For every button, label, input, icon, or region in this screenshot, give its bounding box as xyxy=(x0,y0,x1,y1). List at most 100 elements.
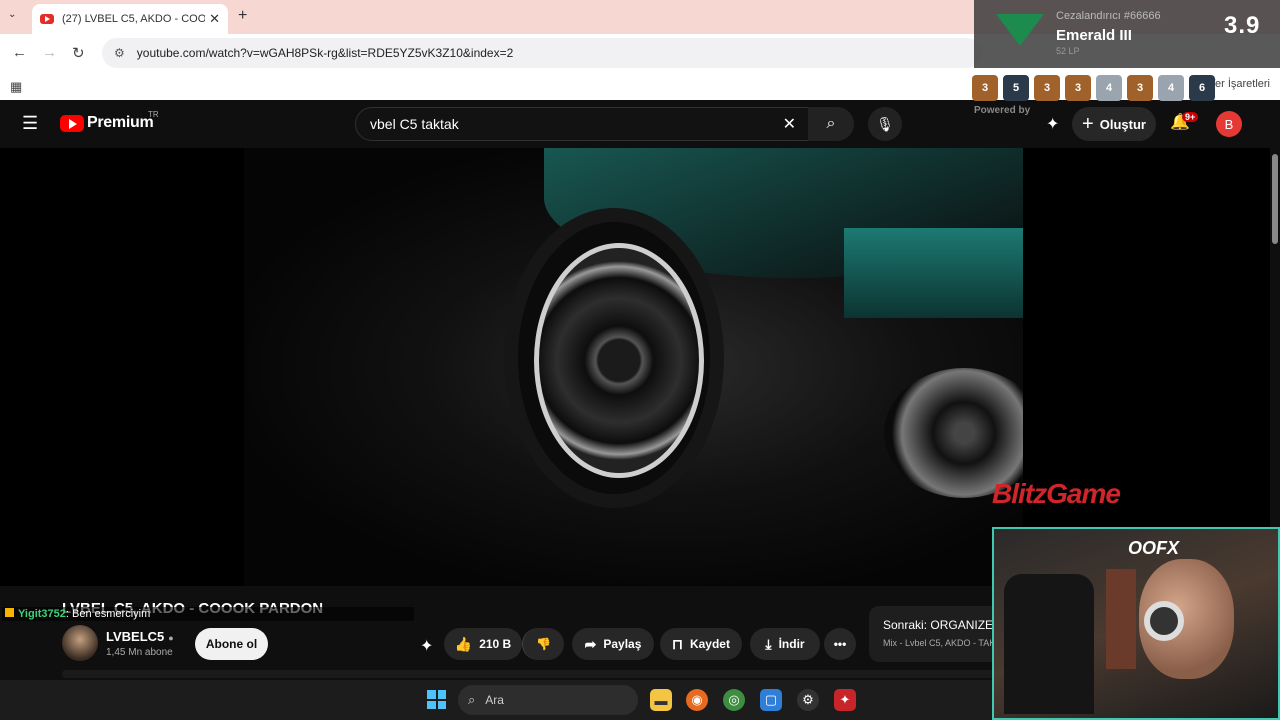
firefox-icon[interactable]: ◉ xyxy=(686,689,708,711)
youtube-play-icon xyxy=(60,114,84,132)
search-button[interactable]: ⌕ xyxy=(808,107,854,141)
chat-message: Yigit3752: Ben esmerciyim xyxy=(2,607,414,621)
url-text: youtube.com/watch?v=wGAH8PSk-rg&list=RDE… xyxy=(136,46,514,60)
gaming-chair xyxy=(1004,574,1094,714)
search-input[interactable]: vbel C5 taktak ✕ xyxy=(355,107,809,141)
subscriber-count: 1,45 Mn abone xyxy=(106,647,173,658)
tab-search-chevron-icon[interactable]: ⌄ xyxy=(8,9,16,20)
emerald-rank-icon xyxy=(996,14,1044,46)
overlay-lp: 52 LP xyxy=(1056,46,1080,56)
next-video-card[interactable]: Sonraki: ORGANIZE - Ö Mix - Lvbel C5, AK… xyxy=(869,606,1009,662)
voice-search-button[interactable]: 🎙 xyxy=(868,107,902,141)
cam-neon-sign: OOFX xyxy=(1128,538,1180,558)
match-history-cubes: 3 5 3 3 4 3 4 6 xyxy=(972,75,1217,101)
screen: { "browser": { "tab_title": "(27) LVBEL … xyxy=(0,0,1280,720)
apps-grid-icon[interactable]: ▦ xyxy=(10,79,22,95)
create-label: Oluştur xyxy=(1099,116,1146,132)
scrollbar-thumb[interactable] xyxy=(1272,154,1278,244)
channel-name[interactable]: LVBELC5 ● xyxy=(106,629,174,644)
search-value: vbel C5 taktak xyxy=(370,116,459,132)
youtube-logo[interactable]: Premium TR xyxy=(60,110,159,132)
history-cube: 3 xyxy=(1127,75,1153,101)
next-video-title: Sonraki: ORGANIZE - Ö xyxy=(883,618,1009,632)
save-button[interactable]: ⊓ Kaydet xyxy=(660,628,742,660)
riot-client-icon[interactable]: ✦ xyxy=(834,689,856,711)
channel-avatar[interactable] xyxy=(62,625,98,661)
front-rim xyxy=(534,243,704,478)
save-label: Kaydet xyxy=(689,637,730,651)
close-tab-icon[interactable]: ✕ xyxy=(209,11,220,27)
browser-tab[interactable]: (27) LVBEL C5, AKDO - COOOK PARDON ✕ xyxy=(32,4,228,34)
history-cube: 3 xyxy=(972,75,998,101)
clear-search-icon[interactable]: ✕ xyxy=(783,114,796,134)
region-code: TR xyxy=(148,110,159,119)
taskbar-search-placeholder: Ara xyxy=(485,693,504,707)
account-avatar[interactable]: B xyxy=(1216,111,1242,137)
powered-by-text: Powered by xyxy=(974,105,1031,116)
verified-check-icon: ● xyxy=(168,633,174,643)
channel-name-text: LVBELC5 xyxy=(106,629,165,644)
download-label: İndir xyxy=(778,637,805,651)
new-tab-icon[interactable]: + xyxy=(238,7,247,25)
logo-text: Premium xyxy=(87,114,154,131)
avatar-letter: B xyxy=(1224,116,1234,132)
gemini-sparkle-icon[interactable]: ✦ xyxy=(1046,114,1059,134)
forward-icon[interactable]: → xyxy=(42,44,57,61)
download-button[interactable]: ⤓ İndir xyxy=(750,628,820,660)
share-label: Paylaş xyxy=(603,637,642,651)
headphones xyxy=(1144,601,1184,641)
like-count: 210 B xyxy=(479,637,512,651)
history-cube: 3 xyxy=(1034,75,1060,101)
hamburger-menu-icon[interactable]: ☰ xyxy=(22,113,38,134)
ask-sparkle-icon[interactable]: ✦ xyxy=(420,636,433,656)
steam-icon[interactable]: ⚙ xyxy=(797,689,819,711)
address-bar[interactable]: ⚙ youtube.com/watch?v=wGAH8PSk-rg&list=R… xyxy=(102,38,982,68)
overlay-username: Cezalandırıcı #66666 xyxy=(1056,10,1161,22)
chat-username: Yigit3752 xyxy=(18,608,66,620)
like-button[interactable]: 👍 210 B xyxy=(444,628,522,660)
windows-taskbar: ⌕ Ara ▬ ◉ ◎ ▢ ⚙ ✦ xyxy=(0,680,992,720)
thumbs-up-icon: 👍 xyxy=(454,635,473,652)
share-icon: ➦ xyxy=(584,635,597,652)
share-button[interactable]: ➦ Paylaş xyxy=(572,628,654,660)
site-info-icon[interactable]: ⚙ xyxy=(114,46,125,60)
chrome-icon[interactable]: ◎ xyxy=(723,689,745,711)
video-frame[interactable] xyxy=(244,148,1023,586)
back-icon[interactable]: ← xyxy=(12,44,27,61)
search-icon: ⌕ xyxy=(468,692,476,707)
next-video-playlist: Mix - Lvbel C5, AKDO - TAK xyxy=(883,638,996,648)
dislike-button[interactable]: 👎 xyxy=(522,628,564,660)
car-side-panel xyxy=(844,228,1023,318)
more-dots-icon: ••• xyxy=(833,637,847,651)
stream-watermark: BlitzGame xyxy=(992,478,1121,509)
background-shelf xyxy=(1106,569,1136,669)
microphone-icon: 🎙 xyxy=(876,115,894,132)
youtube-favicon-icon xyxy=(40,14,54,24)
reload-icon[interactable]: ↻ xyxy=(72,44,85,62)
search-icon: ⌕ xyxy=(826,115,836,132)
history-cube: 4 xyxy=(1158,75,1184,101)
file-explorer-icon[interactable]: ▬ xyxy=(650,689,672,711)
history-cube: 5 xyxy=(1003,75,1029,101)
description-box-edge xyxy=(62,670,1002,678)
taskbar-search[interactable]: ⌕ Ara xyxy=(458,685,638,715)
download-icon: ⤓ xyxy=(765,635,772,652)
subscribe-button[interactable]: Abone ol xyxy=(195,628,268,660)
history-cube: 4 xyxy=(1096,75,1122,101)
chat-text: : Ben esmerciyim xyxy=(65,608,151,620)
bookmarks-label[interactable]: Yer İşaretleri xyxy=(1209,78,1270,90)
thumbs-down-icon: 👎 xyxy=(536,637,551,651)
overlay-rank: Emerald III xyxy=(1056,27,1132,44)
more-actions-button[interactable]: ••• xyxy=(824,628,856,660)
youtube-header: ☰ Premium TR vbel C5 taktak ✕ ⌕ 🎙 ✦ + Ol… xyxy=(0,100,1280,148)
plus-icon: + xyxy=(1082,112,1094,135)
tab-title: (27) LVBEL C5, AKDO - COOOK PARDON xyxy=(62,13,206,25)
rank-overlay: Cezalandırıcı #66666 Emerald III 52 LP 3… xyxy=(974,0,1280,68)
app-icon[interactable]: ▢ xyxy=(760,689,782,711)
windows-start-icon[interactable] xyxy=(427,690,446,709)
bookmark-icon: ⊓ xyxy=(672,635,683,652)
overlay-score: 3.9 xyxy=(1224,12,1261,39)
webcam-overlay: OOFX xyxy=(992,527,1280,720)
history-cube: 3 xyxy=(1065,75,1091,101)
create-button[interactable]: + Oluştur xyxy=(1072,107,1156,141)
